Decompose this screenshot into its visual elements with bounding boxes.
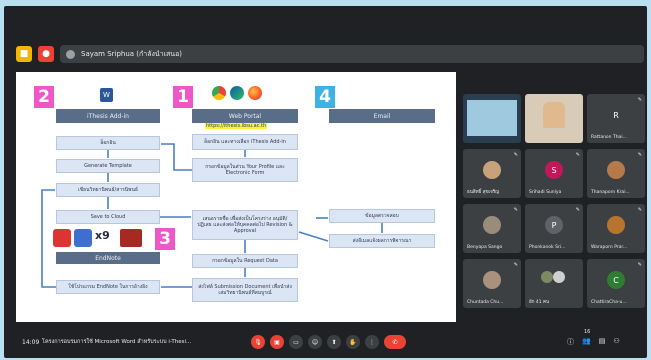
avatar: S bbox=[545, 161, 563, 179]
flow-box-write-thesis: เขียนวิทยานิพนธ์/สารนิพนธ์ bbox=[56, 183, 160, 197]
present-button[interactable]: ⬆ bbox=[327, 335, 341, 349]
info-icon[interactable]: ⓘ bbox=[567, 337, 574, 347]
avatar bbox=[483, 271, 501, 289]
people-count: 16 bbox=[584, 329, 591, 335]
mendeley-icon bbox=[120, 229, 142, 247]
email-header: Email bbox=[329, 109, 435, 123]
flow-box-portal-login: ล็อกอิน และทางเลือก iThesis Add-in bbox=[192, 134, 298, 150]
flow-box-request-data: กรอกข้อมูลใน Request Data bbox=[192, 254, 298, 268]
presenter-photo bbox=[543, 102, 565, 128]
participant-name: Waraporn Prar... bbox=[591, 245, 628, 250]
mic-off-icon: ✎ bbox=[513, 152, 518, 158]
participant-tile-others[interactable]: อีก 41 คน bbox=[525, 259, 583, 308]
flow-box-profile-form: กรอกข้อมูลในส่วน Your Profile และ Electr… bbox=[192, 158, 298, 182]
participant-tile[interactable]: ✎ Chuntada Chu... bbox=[463, 259, 521, 308]
mic-off-icon: ✎ bbox=[637, 207, 642, 213]
meeting-title: โครงการอบรมการใช้ Microsoft Word สำหรับร… bbox=[42, 339, 192, 345]
x9-icon: x9 bbox=[95, 229, 110, 242]
participant-tile[interactable]: ✎ R Rattanon Thai... bbox=[587, 94, 645, 143]
participant-name: Srihadi Sunlya bbox=[529, 190, 562, 195]
participant-tile[interactable]: ✎ Waraporn Prar... bbox=[587, 204, 645, 253]
participant-name: ChattiraCha-u... bbox=[591, 300, 627, 305]
participant-tile-presenter[interactable] bbox=[525, 94, 583, 143]
participant-tile[interactable]: ✎ Benyapa Sango bbox=[463, 204, 521, 253]
mic-off-icon: ✎ bbox=[637, 97, 642, 103]
mic-off-icon: ✎ bbox=[637, 152, 642, 158]
presenter-text: Sayam Sriphua (กำลังนำเสนอ) bbox=[81, 49, 183, 58]
step-tag-1: 1 bbox=[173, 86, 193, 108]
mic-off-icon: ✎ bbox=[513, 262, 518, 268]
participant-tile[interactable]: ✎ S Srihadi Sunlya bbox=[525, 149, 583, 198]
avatar bbox=[541, 271, 553, 283]
meet-window: ■ ● Sayam Sriphua (กำลังนำเสนอ) 2 1 4 3 … bbox=[4, 6, 647, 358]
people-icon[interactable]: 👥 16 bbox=[582, 329, 591, 347]
present-icon[interactable]: ■ bbox=[16, 46, 32, 62]
mic-off-icon: ✎ bbox=[637, 262, 642, 268]
flow-box-submission: ส่งไฟล์ Submission Document เพื่อนำส่งเล… bbox=[192, 278, 298, 302]
step-tag-2: 2 bbox=[34, 86, 54, 108]
web-portal-header: Web Portal bbox=[192, 109, 298, 123]
citation-app-icon bbox=[53, 229, 71, 247]
flow-box-email-result: ส่งอีเมลแจ้งผลการพิจารณา bbox=[329, 234, 435, 248]
meeting-controls-bar: 14:09 โครงการอบรมการใช้ Microsoft Word ส… bbox=[4, 328, 647, 356]
step-tag-4: 4 bbox=[315, 86, 335, 108]
avatar bbox=[607, 161, 625, 179]
participant-name: Chuntada Chu... bbox=[467, 300, 504, 305]
flow-box-approval: เสนอรายชื่อ เพื่อส่งเป็นโครงร่าง อนุมัติ… bbox=[192, 210, 298, 240]
avatar bbox=[483, 216, 501, 234]
stop-present-icon[interactable]: ● bbox=[38, 46, 54, 62]
mic-off-icon: ✎ bbox=[575, 152, 580, 158]
flow-box-save-cloud: Save to Cloud bbox=[56, 210, 160, 224]
participant-name: Phonkanok Sri... bbox=[529, 245, 566, 250]
avatar bbox=[607, 216, 625, 234]
raise-hand-button[interactable]: ✋ bbox=[346, 335, 360, 349]
flow-box-login: ล็อกอิน bbox=[56, 136, 160, 150]
flow-box-endnote-citation: ใช้โปรแกรม EndNote ในการอ้างอิง bbox=[56, 280, 160, 294]
participant-name: Thanaporn Krai... bbox=[591, 190, 630, 195]
more-options-button[interactable]: ⋮ bbox=[365, 335, 379, 349]
word-icon: W bbox=[100, 88, 113, 102]
camera-toggle-button[interactable]: ▣ bbox=[270, 335, 284, 349]
firefox-icon bbox=[248, 86, 262, 100]
mic-off-icon: ✎ bbox=[513, 207, 518, 213]
ithesis-addin-header: iThesis Add-in bbox=[56, 109, 160, 123]
participant-tile[interactable]: ✎ P Phonkanok Sri... bbox=[525, 204, 583, 253]
flow-box-check-data: ข้อมูลตรวจสอบ bbox=[329, 209, 435, 223]
step-tag-3: 3 bbox=[155, 228, 175, 250]
participant-name: Benyapa Sango bbox=[467, 245, 503, 250]
emoji-button[interactable]: ☺ bbox=[308, 335, 322, 349]
participant-tile[interactable]: ✎ ธนสิทธิ์ สุขเจริญ bbox=[463, 149, 521, 198]
activities-icon[interactable]: ⚇ bbox=[613, 337, 619, 347]
avatar: R bbox=[613, 110, 619, 120]
endnote-label: EndNote bbox=[56, 252, 160, 264]
participant-name: Rattanon Thai... bbox=[591, 135, 627, 140]
portal-url-text: https://ithesis.ibsu.ac.th bbox=[205, 123, 268, 129]
participant-name: ธนสิทธิ์ สุขเจริญ bbox=[467, 190, 499, 195]
chrome-icon bbox=[212, 86, 226, 100]
avatar bbox=[483, 161, 501, 179]
mic-toggle-button[interactable]: 🎙 bbox=[251, 335, 265, 349]
captions-button[interactable]: ▭ bbox=[289, 335, 303, 349]
participant-tile[interactable]: ✎ Thanaporn Krai... bbox=[587, 149, 645, 198]
chrome-icon bbox=[66, 49, 75, 59]
portal-url: https://ithesis.ibsu.ac.th bbox=[205, 123, 268, 129]
leave-call-button[interactable]: ✆ bbox=[384, 335, 406, 349]
chat-icon[interactable]: ▤ bbox=[599, 337, 606, 347]
participant-name: อีก 41 คน bbox=[529, 300, 550, 305]
participant-tile-screen[interactable] bbox=[463, 94, 521, 143]
flow-box-generate-template: Generate Template bbox=[56, 159, 160, 173]
avatar: C bbox=[607, 271, 625, 289]
meeting-time: 14:09 bbox=[22, 338, 40, 346]
avatar: P bbox=[545, 216, 563, 234]
presentation-bar: ■ ● Sayam Sriphua (กำลังนำเสนอ) bbox=[16, 44, 644, 64]
participant-tile[interactable]: ✎ C ChattiraCha-u... bbox=[587, 259, 645, 308]
shared-slide: 2 1 4 3 W iThesis Add-in Web Portal Emai… bbox=[16, 72, 456, 322]
avatar bbox=[553, 271, 565, 283]
presenter-banner: Sayam Sriphua (กำลังนำเสนอ) bbox=[60, 45, 644, 63]
edge-icon bbox=[230, 86, 244, 100]
citation-app-icon bbox=[74, 229, 92, 247]
mic-off-icon: ✎ bbox=[575, 207, 580, 213]
